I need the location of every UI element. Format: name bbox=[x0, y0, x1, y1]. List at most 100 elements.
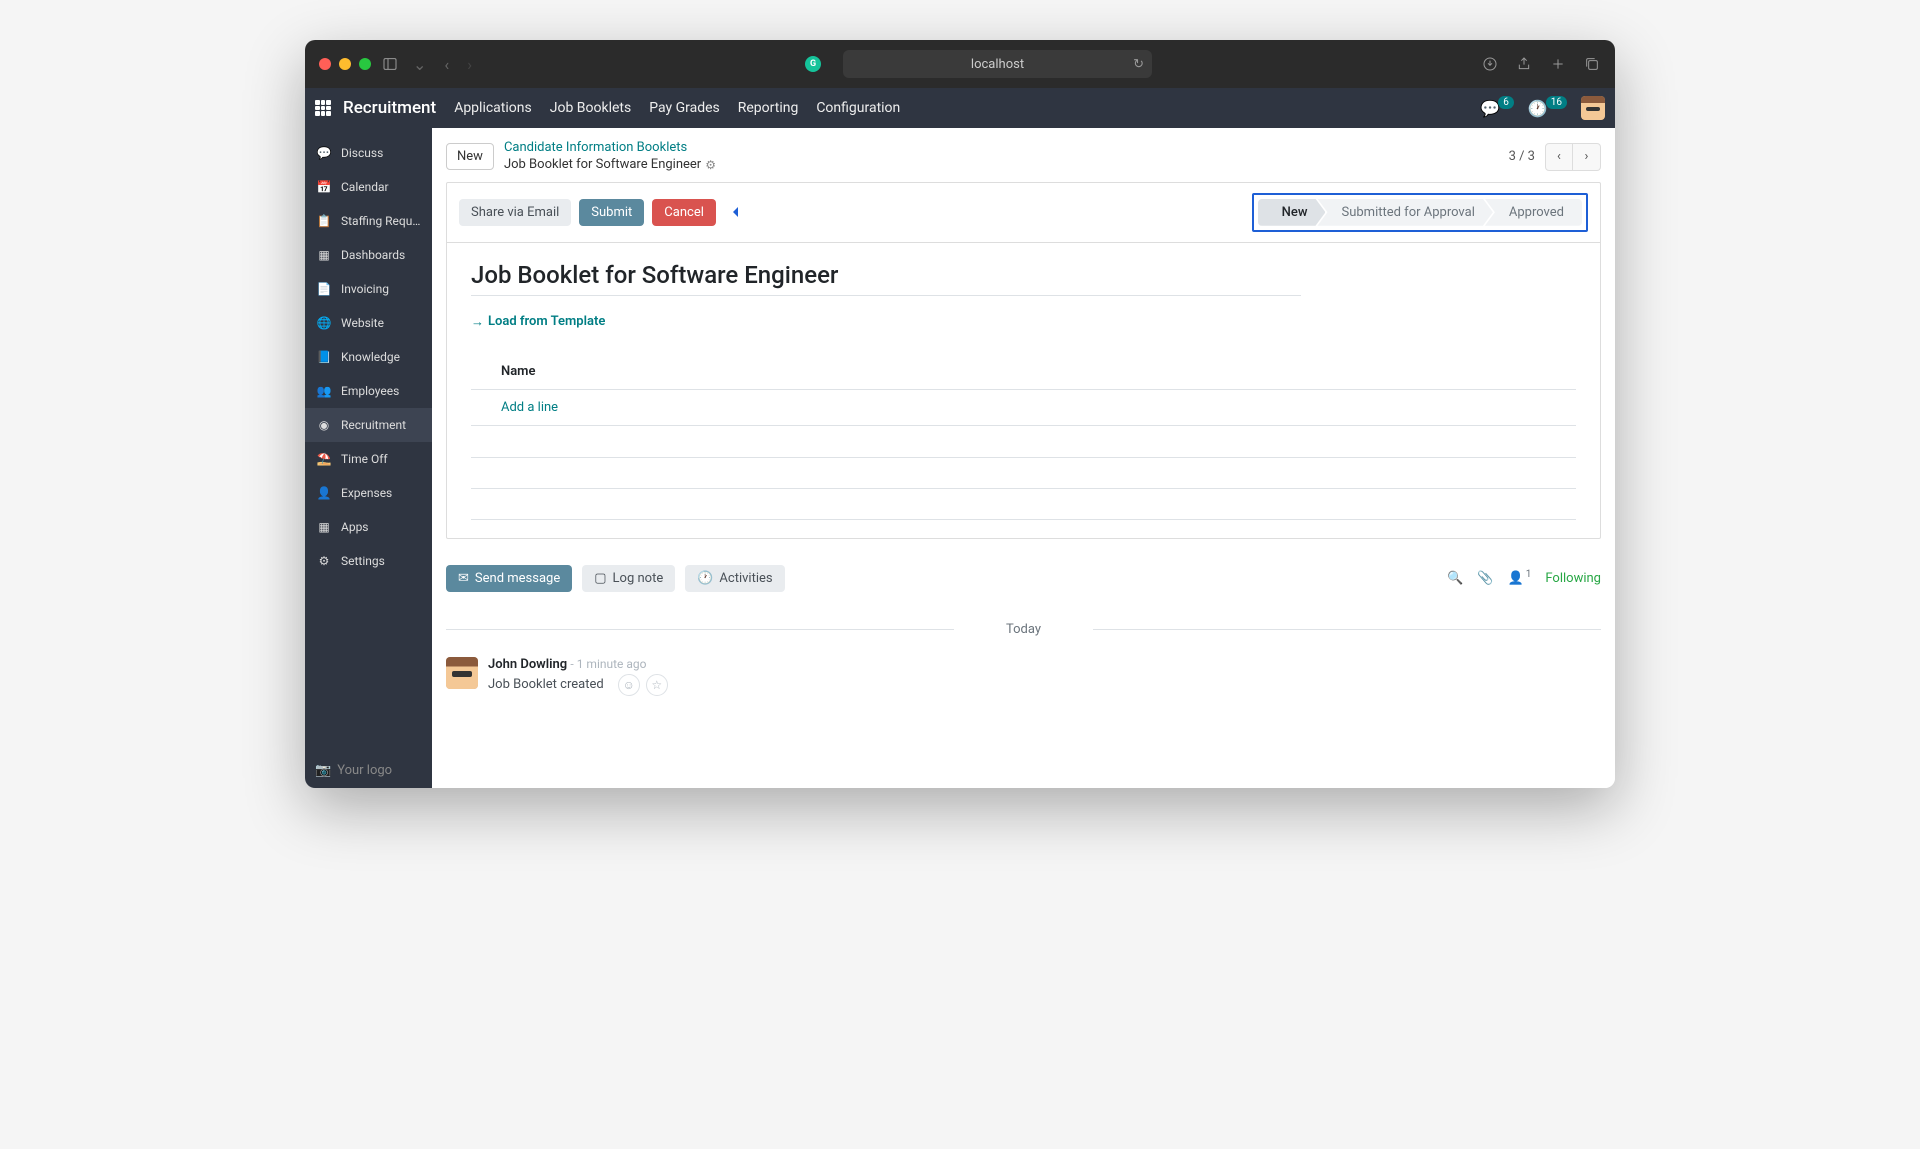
share-icon[interactable] bbox=[1515, 55, 1533, 73]
activity-badge: 16 bbox=[1546, 96, 1567, 109]
activities-button[interactable]: 🕐 Activities bbox=[685, 565, 784, 592]
status-highlight-box: New Submitted for Approval Approved bbox=[1252, 193, 1588, 232]
lines-table: Name Add a line bbox=[471, 354, 1576, 520]
chrome-dropdown-icon[interactable]: ⌄ bbox=[409, 55, 430, 74]
breadcrumb-current: Job Booklet for Software Engineer ⚙ bbox=[504, 157, 716, 174]
downloads-icon[interactable] bbox=[1481, 55, 1499, 73]
activities-button[interactable]: 🕐 16 bbox=[1528, 99, 1567, 118]
umbrella-icon: ⛱️ bbox=[315, 450, 333, 468]
close-window-icon[interactable] bbox=[319, 58, 331, 70]
sidebar-item-timeoff[interactable]: ⛱️Time Off bbox=[305, 442, 432, 476]
share-email-button[interactable]: Share via Email bbox=[459, 199, 571, 226]
status-step-submitted[interactable]: Submitted for Approval bbox=[1317, 199, 1492, 226]
sidebar-item-employees[interactable]: 👥Employees bbox=[305, 374, 432, 408]
top-navbar: Recruitment Applications Job Booklets Pa… bbox=[305, 88, 1615, 128]
chat-badge: 6 bbox=[1498, 96, 1514, 109]
tabs-icon[interactable] bbox=[1583, 55, 1601, 73]
gear-icon[interactable]: ⚙ bbox=[705, 158, 716, 174]
pager: 3 / 3 ‹ › bbox=[1509, 143, 1601, 171]
sidebar-item-staffing[interactable]: 📋Staffing Requ… bbox=[305, 204, 432, 238]
cancel-button[interactable]: Cancel bbox=[652, 199, 716, 226]
sidebar-footer[interactable]: 📷 Your logo bbox=[305, 753, 432, 788]
money-icon: 👤 bbox=[315, 484, 333, 502]
breadcrumb-bar: New Candidate Information Booklets Job B… bbox=[432, 128, 1615, 182]
status-step-approved[interactable]: Approved bbox=[1485, 199, 1582, 226]
sidebar-item-calendar[interactable]: 📅Calendar bbox=[305, 170, 432, 204]
content-area: New Candidate Information Booklets Job B… bbox=[432, 128, 1615, 788]
traffic-lights bbox=[319, 58, 371, 70]
emoji-icon[interactable]: ☺ bbox=[618, 674, 640, 696]
nav-reporting[interactable]: Reporting bbox=[738, 100, 799, 116]
chat-icon: 💬 bbox=[315, 144, 333, 162]
load-template-button[interactable]: → Load from Template bbox=[471, 314, 1576, 330]
sidebar-item-discuss[interactable]: 💬Discuss bbox=[305, 136, 432, 170]
star-icon[interactable]: ☆ bbox=[646, 674, 668, 696]
grammarly-icon[interactable]: G bbox=[805, 56, 821, 72]
user-icon: 👤 bbox=[1508, 571, 1524, 586]
new-tab-icon[interactable] bbox=[1549, 55, 1567, 73]
pager-prev-button[interactable]: ‹ bbox=[1545, 143, 1573, 171]
message-author[interactable]: John Dowling bbox=[488, 657, 567, 672]
browser-window: ⌄ ‹ › G localhost ↻ Recruitment Applicat… bbox=[305, 40, 1615, 788]
form-sheet: Share via Email Submit Cancel New Submit… bbox=[446, 182, 1601, 539]
minimize-window-icon[interactable] bbox=[339, 58, 351, 70]
nav-applications[interactable]: Applications bbox=[454, 100, 532, 116]
url-text: localhost bbox=[971, 57, 1024, 72]
add-line-button[interactable]: Add a line bbox=[471, 390, 1576, 426]
globe-icon: 🌐 bbox=[315, 314, 333, 332]
status-step-new[interactable]: New bbox=[1258, 199, 1326, 226]
clipboard-icon: 📋 bbox=[315, 212, 333, 230]
page-title[interactable]: Job Booklet for Software Engineer bbox=[471, 261, 1301, 296]
attachment-icon[interactable]: 📎 bbox=[1477, 571, 1493, 586]
pager-next-button[interactable]: › bbox=[1573, 143, 1601, 171]
chat-icon: 💬 bbox=[1480, 99, 1500, 118]
apps-icon: ▦ bbox=[315, 518, 333, 536]
grid-icon: ▦ bbox=[315, 246, 333, 264]
send-message-button[interactable]: ✉ Send message bbox=[446, 565, 572, 592]
arrow-right-icon: → bbox=[471, 314, 484, 330]
sidebar-item-dashboards[interactable]: ▦Dashboards bbox=[305, 238, 432, 272]
following-button[interactable]: Following bbox=[1545, 571, 1601, 586]
log-note-button[interactable]: ▢ Log note bbox=[582, 565, 675, 592]
submit-button[interactable]: Submit bbox=[579, 199, 644, 226]
sidebar-item-knowledge[interactable]: 📘Knowledge bbox=[305, 340, 432, 374]
sidebar-item-apps[interactable]: ▦Apps bbox=[305, 510, 432, 544]
sidebar-item-expenses[interactable]: 👤Expenses bbox=[305, 476, 432, 510]
search-icon[interactable]: 🔍 bbox=[1447, 571, 1463, 586]
clock-icon: 🕐 bbox=[697, 571, 713, 586]
nav-pay-grades[interactable]: Pay Grades bbox=[649, 100, 720, 116]
sidebar-item-website[interactable]: 🌐Website bbox=[305, 306, 432, 340]
messages-button[interactable]: 💬 6 bbox=[1480, 99, 1514, 118]
nav-job-booklets[interactable]: Job Booklets bbox=[550, 100, 631, 116]
invoice-icon: 📄 bbox=[315, 280, 333, 298]
sidebar-item-invoicing[interactable]: 📄Invoicing bbox=[305, 272, 432, 306]
forward-icon[interactable]: › bbox=[463, 55, 476, 74]
empty-row bbox=[471, 458, 1576, 488]
browser-chrome: ⌄ ‹ › G localhost ↻ bbox=[305, 40, 1615, 88]
refresh-icon[interactable]: ↻ bbox=[1133, 57, 1144, 72]
note-icon: ▢ bbox=[594, 571, 606, 586]
status-bar: Share via Email Submit Cancel New Submit… bbox=[447, 183, 1600, 243]
maximize-window-icon[interactable] bbox=[359, 58, 371, 70]
message-avatar[interactable] bbox=[446, 657, 478, 689]
sidebar-item-settings[interactable]: ⚙Settings bbox=[305, 544, 432, 578]
envelope-icon: ✉ bbox=[458, 571, 469, 586]
address-bar[interactable]: localhost ↻ bbox=[843, 50, 1152, 78]
status-steps: New Submitted for Approval Approved bbox=[1258, 199, 1582, 226]
followers-button[interactable]: 👤 1 bbox=[1508, 571, 1532, 586]
user-avatar[interactable] bbox=[1581, 96, 1605, 120]
new-button[interactable]: New bbox=[446, 143, 494, 170]
message-thread: Today John Dowling - 1 minute ago Job Bo… bbox=[432, 592, 1615, 716]
apps-menu-icon[interactable] bbox=[315, 100, 331, 116]
pager-text: 3 / 3 bbox=[1509, 149, 1535, 164]
nav-configuration[interactable]: Configuration bbox=[816, 100, 900, 116]
back-icon[interactable]: ‹ bbox=[440, 55, 453, 74]
main-area: 💬Discuss 📅Calendar 📋Staffing Requ… ▦Dash… bbox=[305, 128, 1615, 788]
table-header-name: Name bbox=[471, 354, 1576, 390]
breadcrumb: Candidate Information Booklets Job Bookl… bbox=[504, 140, 716, 174]
sidebar-toggle-icon[interactable] bbox=[381, 55, 399, 73]
breadcrumb-parent[interactable]: Candidate Information Booklets bbox=[504, 140, 716, 157]
sidebar-item-recruitment[interactable]: ◉Recruitment bbox=[305, 408, 432, 442]
app-brand[interactable]: Recruitment bbox=[343, 98, 436, 118]
book-icon: 📘 bbox=[315, 348, 333, 366]
